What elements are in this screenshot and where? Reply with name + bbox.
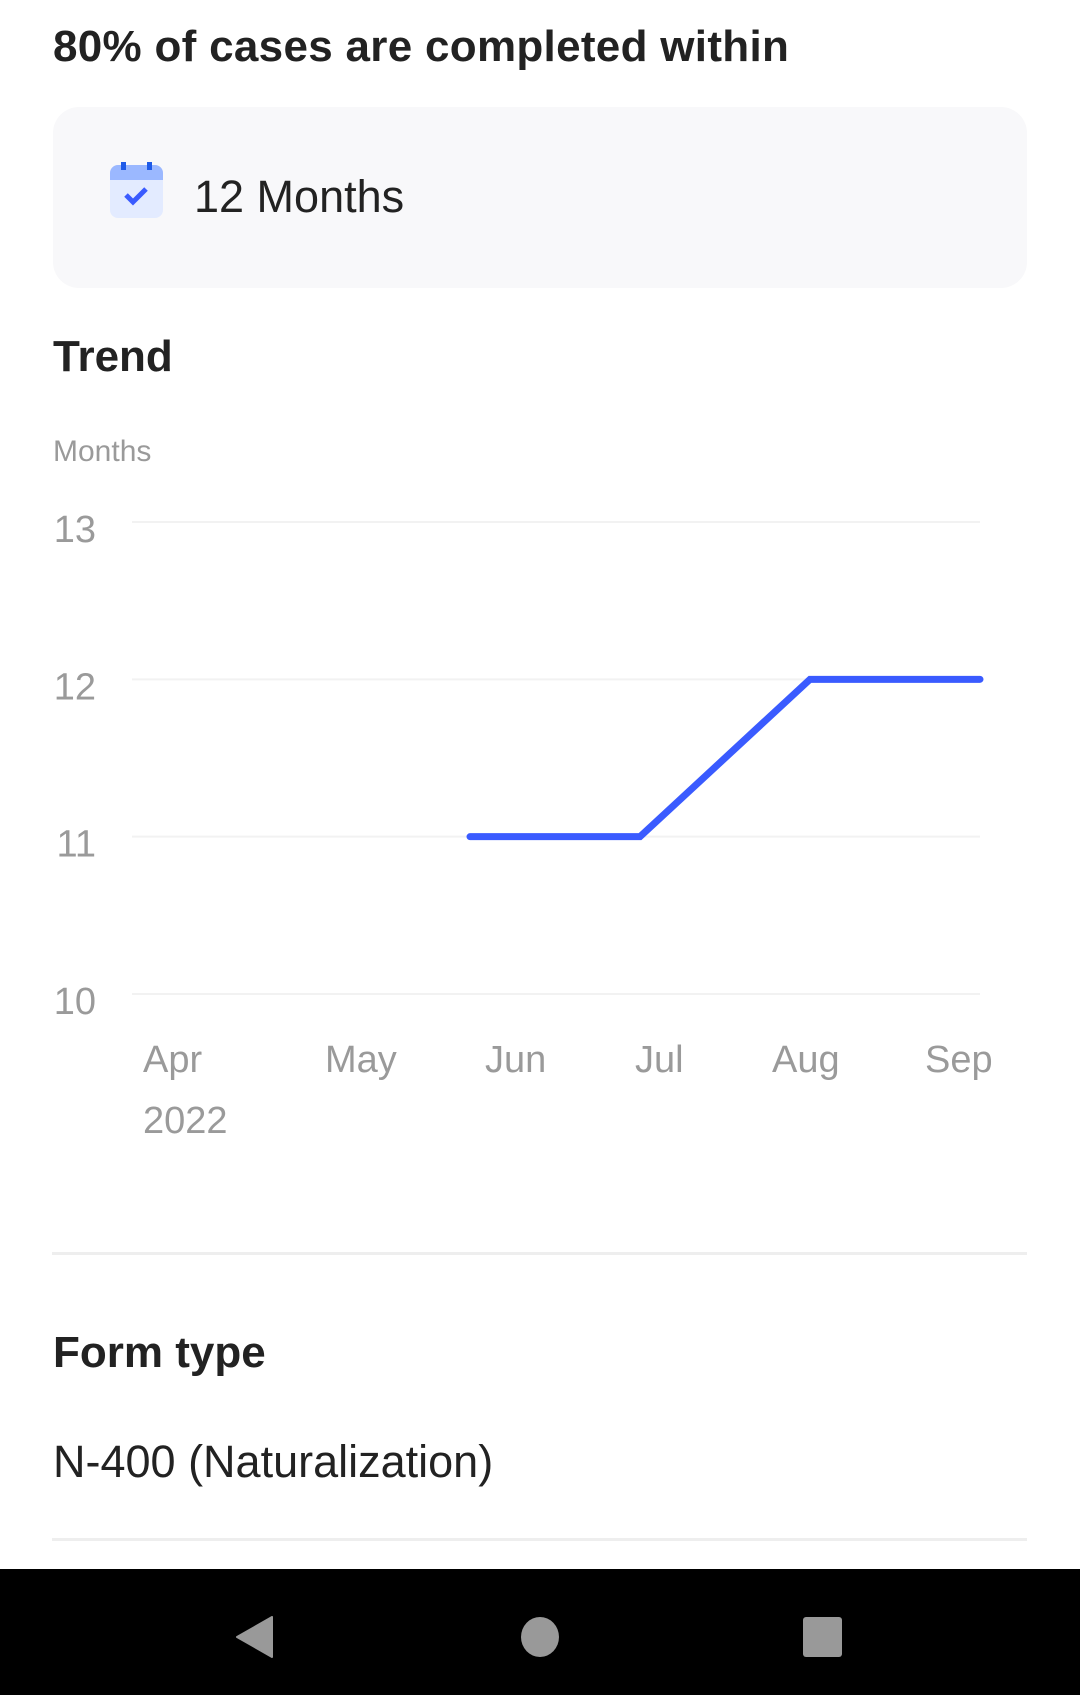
summary-card: 12 Months <box>53 107 1027 288</box>
y-tick-label: 13 <box>54 509 96 551</box>
system-nav-bar <box>0 1569 1080 1695</box>
x-tick-label: Sep <box>925 1039 993 1081</box>
trend-heading: Trend <box>53 332 173 381</box>
y-tick-label: 12 <box>54 666 96 708</box>
form-type-heading: Form type <box>53 1328 266 1377</box>
y-tick-label: 11 <box>57 824 96 866</box>
x-tick-label: May <box>325 1039 397 1081</box>
page-title: 80% of cases are completed within <box>53 22 790 71</box>
x-tick-year-label: 2022 <box>143 1100 228 1142</box>
completion-time-value: 12 Months <box>194 171 405 222</box>
x-tick-label: Jul <box>635 1039 684 1081</box>
home-icon <box>521 1617 559 1657</box>
x-tick-label: Aug <box>772 1039 840 1081</box>
recents-icon <box>803 1617 842 1657</box>
back-icon <box>236 1616 273 1658</box>
x-tick-label: Jun <box>485 1039 546 1081</box>
trend-chart: 13 12 11 10 Apr 2022 May Jun Jul Aug Sep <box>54 509 993 1142</box>
back-button[interactable] <box>225 1607 285 1667</box>
divider <box>52 1538 1027 1541</box>
x-tick-label: Apr <box>143 1039 202 1081</box>
divider <box>52 1252 1027 1255</box>
y-tick-label: 10 <box>54 981 96 1023</box>
y-axis-unit-label: Months <box>53 435 152 468</box>
recents-button[interactable] <box>792 1607 852 1667</box>
calendar-check-icon <box>110 162 163 218</box>
form-type-value: N-400 (Naturalization) <box>53 1436 494 1487</box>
home-button[interactable] <box>510 1607 570 1667</box>
series-line <box>466 675 984 841</box>
